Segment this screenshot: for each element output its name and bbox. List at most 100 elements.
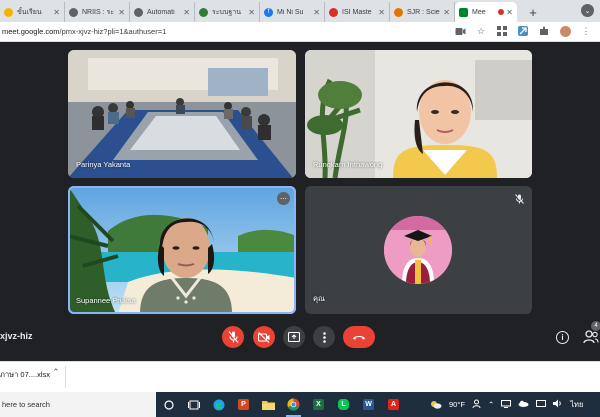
extension-grid-icon[interactable] — [496, 25, 508, 37]
search-placeholder: here to search — [2, 400, 50, 409]
globe-icon — [134, 7, 143, 17]
close-icon[interactable]: ✕ — [53, 8, 60, 17]
close-icon[interactable]: ✕ — [248, 8, 255, 17]
url-field[interactable]: meet.google.com/pmx-xjvz-hiz?pli=1&authu… — [2, 27, 166, 36]
edge-icon — [213, 399, 224, 410]
download-shelf: ภาษา 07....xlsx ⌃ — [0, 361, 600, 392]
toggle-camera-button[interactable] — [253, 326, 275, 348]
language-indicator[interactable]: ไทย — [570, 399, 583, 411]
tab-facebook[interactable]: f Mi Ni Su ✕ — [260, 2, 325, 22]
present-icon — [288, 332, 300, 342]
taskbar-app-line[interactable]: L — [331, 392, 356, 417]
download-item[interactable]: ภาษา 07....xlsx — [0, 369, 50, 381]
participant-name: Rungkarn Inthawong — [313, 160, 383, 169]
weather-temp[interactable]: 90°F — [449, 400, 465, 409]
system-tray: 90°F ⌃ ไทย — [430, 392, 583, 417]
globe-icon — [69, 7, 78, 17]
task-view-icon — [187, 400, 200, 409]
url-host: meet.google.com — [2, 27, 60, 36]
document-icon — [4, 7, 13, 17]
leave-call-button[interactable] — [343, 326, 375, 348]
puzzle-icon[interactable] — [538, 25, 550, 37]
tab-database[interactable]: ระบบฐาน ✕ — [195, 2, 260, 22]
close-icon[interactable]: ✕ — [443, 8, 450, 17]
close-icon[interactable]: ✕ — [506, 8, 513, 17]
taskbar-search-box[interactable]: here to search — [0, 392, 156, 417]
toggle-mic-button[interactable] — [222, 326, 244, 348]
close-icon[interactable]: ✕ — [378, 8, 385, 17]
tab-automation[interactable]: Automati ✕ — [130, 2, 195, 22]
meeting-info-button[interactable]: i — [556, 331, 569, 344]
weather-icon[interactable] — [430, 400, 442, 409]
new-tab-button[interactable]: + — [523, 2, 543, 22]
volume-icon[interactable] — [553, 399, 563, 410]
extension-arrow-icon[interactable] — [517, 25, 529, 37]
tab-title: Mi Ni Su — [277, 8, 304, 16]
tab-sjr[interactable]: SJR : Scie ✕ — [390, 2, 455, 22]
participant-name: Parinya Yakanta — [76, 160, 131, 169]
display-icon[interactable] — [536, 399, 547, 410]
taskbar-app-word[interactable]: W — [356, 392, 381, 417]
kebab-menu-icon[interactable]: ⋮ — [580, 25, 592, 37]
close-icon[interactable]: ✕ — [118, 8, 125, 17]
url-path: /pmx-xjvz-hiz?pli=1&authuser=1 — [59, 27, 167, 36]
facebook-icon: f — [264, 7, 273, 17]
task-view-button[interactable] — [181, 392, 206, 417]
meet-icon — [459, 7, 468, 17]
chevron-up-icon[interactable]: ⌃ — [52, 367, 60, 378]
tab-title: ISI Maste — [342, 8, 372, 16]
chevron-up-icon[interactable]: ⌃ — [488, 400, 494, 409]
taskbar-app-excel[interactable]: X — [306, 392, 331, 417]
people-icon — [583, 330, 599, 344]
browser-tab-strip: ขั้นเรียน ✕ NRIIS : ระ ✕ Automati ✕ ระบบ… — [0, 0, 600, 22]
document-icon — [329, 7, 338, 17]
room-video — [68, 50, 296, 178]
powerpoint-icon: P — [238, 399, 249, 410]
rungkarn-video — [305, 50, 532, 178]
more-options-icon[interactable]: ⋯ — [277, 192, 290, 205]
star-icon[interactable]: ☆ — [475, 25, 487, 37]
cortana-button[interactable] — [156, 392, 181, 417]
network-icon[interactable] — [501, 399, 512, 410]
people-tray-icon[interactable] — [472, 399, 481, 410]
edge-button[interactable] — [206, 392, 231, 417]
profile-avatar[interactable] — [559, 25, 571, 37]
file-explorer-button[interactable] — [256, 392, 281, 417]
chrome-icon — [287, 398, 300, 411]
supannee-video — [68, 186, 296, 314]
cloud-icon[interactable] — [518, 400, 529, 409]
people-button[interactable] — [583, 330, 599, 346]
document-icon — [394, 7, 403, 17]
close-icon[interactable]: ✕ — [183, 8, 190, 17]
recording-icon — [498, 9, 505, 15]
participant-name: คุณ — [313, 294, 325, 303]
address-bar-row: meet.google.com/pmx-xjvz-hiz?pli=1&authu… — [0, 22, 600, 42]
more-options-button[interactable] — [313, 326, 335, 348]
tab-title: SJR : Scie — [407, 8, 440, 16]
participant-tile-self[interactable]: คุณ — [305, 186, 532, 314]
tab-classroom[interactable]: ขั้นเรียน ✕ — [0, 2, 65, 22]
site-icon — [199, 7, 208, 17]
meet-stage: Parinya Yakanta Rungkarn Inthawong ⋯ Sup… — [0, 42, 600, 361]
tab-nriis[interactable]: NRIIS : ระ ✕ — [65, 2, 130, 22]
taskbar-app-acrobat[interactable]: A — [381, 392, 406, 417]
present-screen-button[interactable] — [283, 326, 305, 348]
tab-meet[interactable]: Mee ✕ — [455, 2, 517, 22]
tab-search-icon[interactable]: ⌄ — [581, 4, 594, 17]
line-icon: L — [338, 399, 349, 410]
participant-tile-supannee[interactable]: ⋯ Supannee Pruksa — [68, 186, 296, 314]
camera-permission-icon[interactable] — [454, 25, 466, 37]
folder-icon — [262, 400, 275, 410]
tab-isi[interactable]: ISI Maste ✕ — [325, 2, 390, 22]
more-vert-icon — [322, 331, 326, 343]
participant-name: Supannee Pruksa — [76, 296, 136, 305]
close-icon[interactable]: ✕ — [313, 8, 320, 17]
tab-title: Mee — [472, 8, 486, 16]
mic-off-icon — [515, 194, 524, 206]
participant-tile-room[interactable]: Parinya Yakanta — [68, 50, 296, 178]
taskbar-app-powerpoint[interactable]: P — [231, 392, 256, 417]
acrobat-icon: A — [388, 399, 399, 410]
hang-up-icon — [353, 335, 365, 339]
chrome-button[interactable] — [281, 392, 306, 417]
participant-tile-rungkarn[interactable]: Rungkarn Inthawong — [305, 50, 532, 178]
